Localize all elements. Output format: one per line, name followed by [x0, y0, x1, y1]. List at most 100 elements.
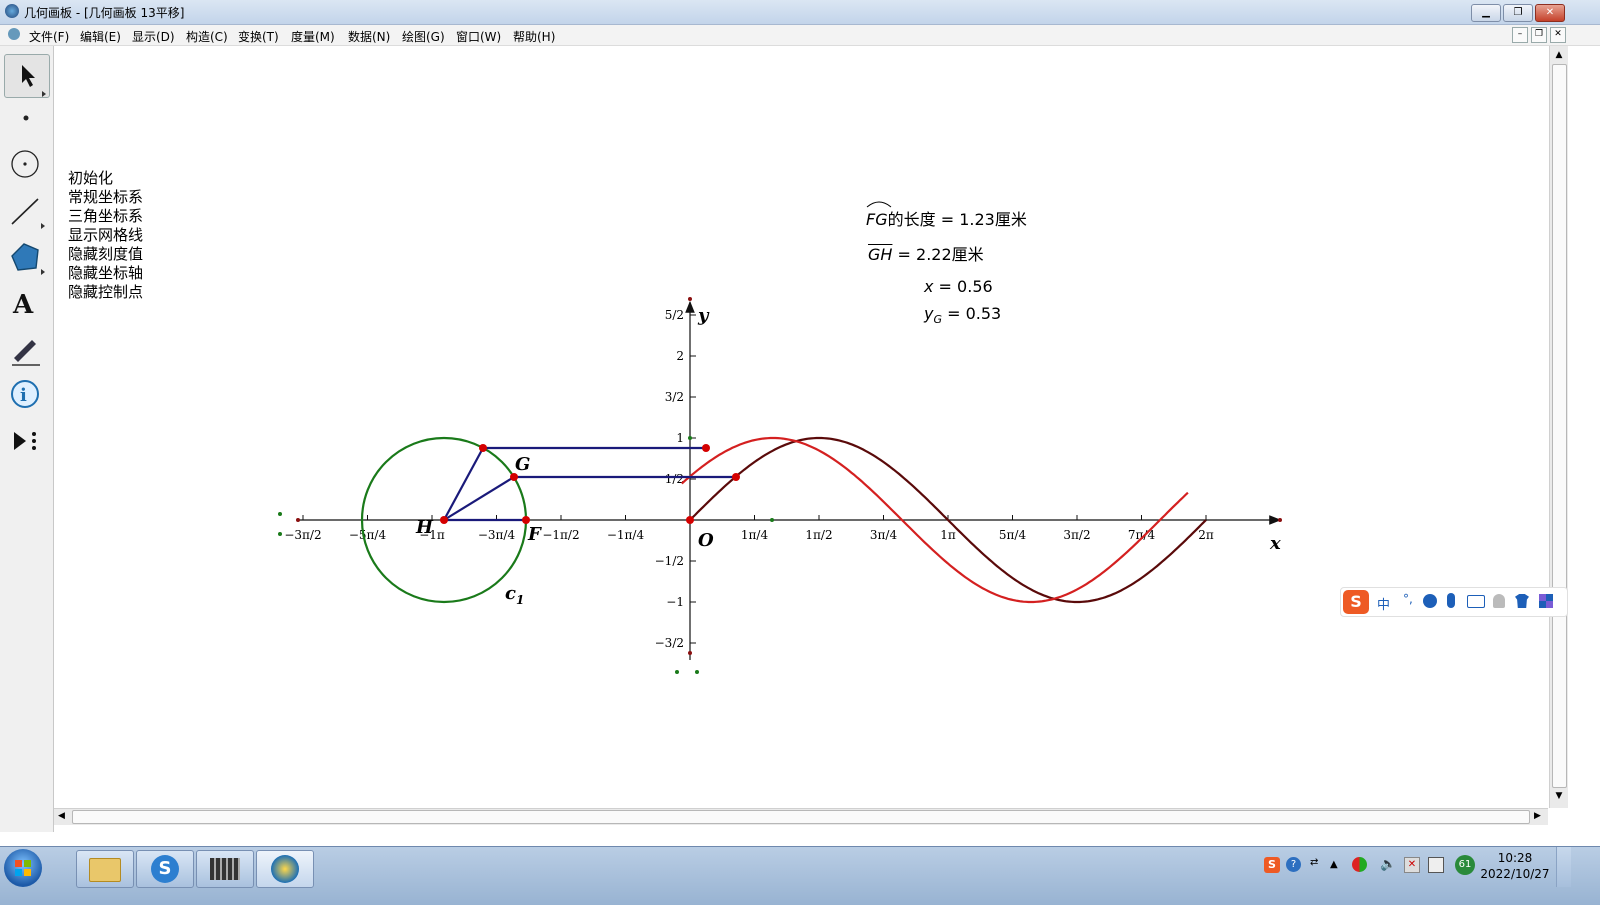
skin-icon[interactable] [1515, 594, 1529, 608]
horizontal-scroll-thumb[interactable] [72, 810, 1530, 824]
volume-icon[interactable]: 🔈 [1380, 857, 1396, 872]
x-tick-label: −3π/4 [478, 528, 516, 542]
svg-text:i: i [20, 385, 27, 406]
show-desktop-button[interactable] [1556, 847, 1571, 887]
taskbar: S S ? ⇄ ▲ 🔈 ✕ 61 10:28 2022/10/27 [0, 846, 1600, 905]
toolbox-grid-icon[interactable] [1539, 594, 1553, 608]
taskbar-video[interactable] [196, 850, 254, 888]
points [440, 444, 740, 524]
keyboard-icon[interactable] [1467, 595, 1485, 608]
menu-measure[interactable]: 度量(M) [291, 28, 335, 45]
tray-network-icon[interactable]: ⇄ [1310, 857, 1318, 868]
punctuation-icon[interactable]: °, [1403, 592, 1413, 606]
axis-end-point[interactable] [296, 518, 300, 522]
axis-end-point[interactable] [688, 651, 692, 655]
folder-icon [89, 858, 121, 882]
menu-window[interactable]: 窗口(W) [456, 28, 501, 45]
menu-construct[interactable]: 构造(C) [186, 28, 228, 45]
point-curve-top[interactable] [702, 444, 710, 452]
vertical-scrollbar[interactable]: ▲ ▼ [1549, 46, 1568, 808]
marker-tool[interactable] [4, 328, 48, 370]
tray-flag-icon[interactable]: ✕ [1404, 857, 1420, 873]
point-f[interactable] [522, 516, 530, 524]
axis-end-point[interactable] [688, 297, 692, 301]
toolbox: A i [0, 46, 54, 832]
menu-edit[interactable]: 编辑(E) [80, 28, 121, 45]
arrow-tool[interactable] [4, 54, 50, 98]
control-point[interactable] [695, 670, 699, 674]
tray-display-icon[interactable] [1428, 857, 1444, 873]
y-tick-label: 3/2 [665, 390, 684, 404]
graph-plot[interactable]: −3π/2 −5π/4 −1π −3π/4 −1π/2 −1π/4 1π/4 1π/2 3π/4… [54, 46, 1548, 810]
clock[interactable]: 10:28 2022/10/27 [1480, 850, 1550, 882]
text-icon: A [12, 290, 34, 320]
tray-sogou-icon[interactable]: S [1264, 857, 1280, 873]
y-tick-label: −1 [666, 595, 684, 609]
control-point[interactable] [278, 532, 282, 536]
menu-display[interactable]: 显示(D) [132, 28, 175, 45]
taskbar-sketchpad[interactable] [256, 850, 314, 888]
doc-minimize-button[interactable]: – [1512, 27, 1528, 43]
control-point[interactable] [770, 518, 774, 522]
point-h[interactable] [440, 516, 448, 524]
scroll-left-icon[interactable]: ◀ [58, 811, 68, 823]
label-o: O [698, 530, 714, 551]
custom-tool[interactable] [4, 420, 48, 462]
menu-data[interactable]: 数据(N) [348, 28, 390, 45]
windows-logo-icon [15, 860, 31, 876]
user-icon[interactable] [1493, 594, 1505, 608]
sogou-logo-icon[interactable]: S [1343, 590, 1369, 614]
minimize-button[interactable]: ▁ [1471, 4, 1501, 22]
title-bar: 几何画板 - [几何画板 13平移] ▁ ❐ ✕ [0, 0, 1600, 25]
point-curve-g[interactable] [732, 473, 740, 481]
label-g: G [515, 454, 530, 475]
point-o[interactable] [686, 516, 694, 524]
horizontal-scrollbar[interactable]: ◀ ▶ [54, 808, 1548, 825]
control-point[interactable] [675, 670, 679, 674]
ime-toolbar: S 中 °, [1340, 587, 1568, 617]
control-point[interactable] [278, 512, 282, 516]
axis-end-point[interactable] [1278, 518, 1282, 522]
tray-badge-icon[interactable]: 61 [1455, 855, 1475, 875]
taskbar-sogou[interactable]: S [136, 850, 194, 888]
polygon-tool[interactable] [4, 236, 48, 278]
scroll-down-icon[interactable]: ▼ [1551, 791, 1567, 803]
doc-close-button[interactable]: ✕ [1550, 27, 1566, 43]
line-icon [11, 198, 45, 229]
menu-graph[interactable]: 绘图(G) [402, 28, 445, 45]
pen-icon [12, 340, 40, 366]
vertical-scroll-thumb[interactable] [1552, 64, 1567, 788]
x-axis-label: x [1269, 533, 1281, 554]
sketchpad-icon [271, 855, 299, 883]
point-top[interactable] [479, 444, 487, 452]
tray-help-icon[interactable]: ? [1286, 857, 1301, 872]
sketch-canvas[interactable]: 初始化 常规坐标系 三角坐标系 显示网格线 隐藏刻度值 隐藏坐标轴 隐藏控制点 … [54, 46, 1548, 810]
y-tick-label: −1/2 [655, 554, 684, 568]
menu-help[interactable]: 帮助(H) [513, 28, 555, 45]
tray-app-icon[interactable] [1352, 857, 1367, 872]
arrow-icon [22, 65, 46, 97]
maximize-button[interactable]: ❐ [1503, 4, 1533, 22]
compass-tool[interactable] [4, 144, 48, 186]
point-tool[interactable] [4, 98, 48, 140]
label-h: H [415, 517, 434, 538]
film-icon [210, 858, 240, 880]
close-button[interactable]: ✕ [1535, 4, 1565, 22]
text-tool[interactable]: A [4, 282, 48, 324]
control-point[interactable] [688, 436, 692, 440]
taskbar-explorer[interactable] [76, 850, 134, 888]
x-tick-label: −1π/2 [542, 528, 579, 542]
menu-file[interactable]: 文件(F) [29, 28, 69, 45]
emoji-icon[interactable] [1423, 594, 1437, 608]
line-tool[interactable] [4, 190, 48, 232]
scroll-right-icon[interactable]: ▶ [1534, 811, 1544, 823]
info-tool[interactable]: i [4, 374, 48, 416]
microphone-icon[interactable] [1447, 593, 1455, 608]
start-button[interactable] [4, 849, 42, 887]
ime-mode[interactable]: 中 [1377, 594, 1390, 613]
scroll-up-icon[interactable]: ▲ [1551, 50, 1567, 62]
doc-restore-button[interactable]: ❐ [1531, 27, 1547, 43]
menu-transform[interactable]: 变换(T) [238, 28, 279, 45]
x-tick-label: 3π/2 [1063, 528, 1090, 542]
tray-expand-icon[interactable]: ▲ [1330, 859, 1338, 870]
